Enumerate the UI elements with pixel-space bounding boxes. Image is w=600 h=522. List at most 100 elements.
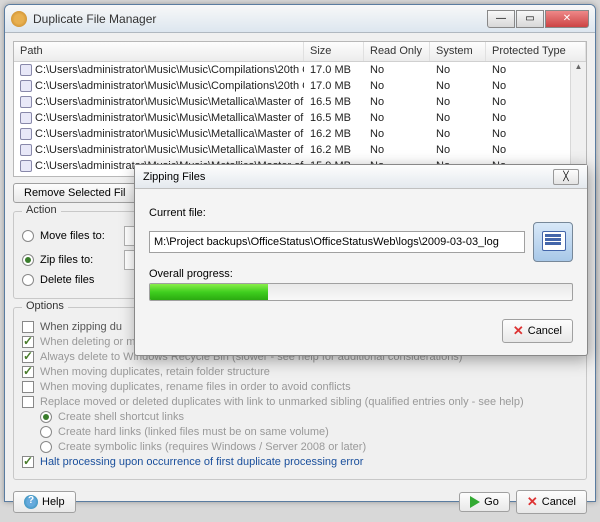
progress-label: Overall progress:: [149, 268, 573, 280]
play-icon: [470, 496, 480, 508]
move-radio[interactable]: [22, 230, 34, 242]
cell-system: No: [430, 143, 486, 157]
opt-rename-check[interactable]: [22, 381, 34, 393]
cell-size: 17.0 MB: [304, 63, 364, 77]
maximize-button[interactable]: ▭: [516, 10, 544, 28]
cell-size: 16.5 MB: [304, 95, 364, 109]
opt-shell-label: Create shell shortcut links: [58, 411, 184, 423]
titlebar[interactable]: Duplicate File Manager — ▭ ✕: [5, 5, 595, 33]
cell-path: C:\Users\administrator\Music\Music\Metal…: [35, 96, 304, 108]
delete-radio[interactable]: [22, 274, 34, 286]
opt-halt-label: Halt processing upon occurrence of first…: [40, 456, 363, 468]
go-button[interactable]: Go: [459, 492, 510, 512]
action-title: Action: [22, 204, 61, 216]
progress-fill: [150, 284, 268, 300]
progress-bar: [149, 283, 573, 301]
col-readonly[interactable]: Read Only: [364, 42, 430, 61]
dialog-cancel-button[interactable]: ✕ Cancel: [502, 319, 573, 343]
dialog-footer: ✕ Cancel: [135, 319, 587, 355]
cancel-button[interactable]: ✕ Cancel: [516, 490, 587, 514]
file-icon: [20, 144, 32, 156]
help-icon: [24, 495, 38, 509]
opt-shell-radio[interactable]: [40, 411, 52, 423]
zip-label: Zip files to:: [40, 254, 118, 266]
file-icon: [20, 64, 32, 76]
opt-hard-radio[interactable]: [40, 426, 52, 438]
table-body: C:\Users\administrator\Music\Music\Compi…: [14, 62, 586, 176]
file-table: Path Size Read Only System Protected Typ…: [13, 41, 587, 177]
dialog-body: Current file: Overall progress:: [135, 189, 587, 319]
file-icon: [20, 112, 32, 124]
file-icon: [20, 160, 32, 172]
dialog-title: Zipping Files: [143, 171, 553, 183]
current-file-label: Current file:: [149, 207, 573, 219]
table-row[interactable]: C:\Users\administrator\Music\Music\Compi…: [14, 62, 586, 78]
table-row[interactable]: C:\Users\administrator\Music\Music\Metal…: [14, 94, 586, 110]
opt-delparent-check[interactable]: [22, 336, 34, 348]
go-label: Go: [484, 496, 499, 508]
table-row[interactable]: C:\Users\administrator\Music\Music\Compi…: [14, 78, 586, 94]
cell-size: 16.2 MB: [304, 143, 364, 157]
opt-retain-label: When moving duplicates, retain folder st…: [40, 366, 270, 378]
close-icon: ✕: [513, 323, 524, 339]
col-size[interactable]: Size: [304, 42, 364, 61]
delete-label: Delete files: [40, 274, 94, 286]
cell-size: 16.2 MB: [304, 127, 364, 141]
cell-system: No: [430, 95, 486, 109]
opt-sym-radio[interactable]: [40, 441, 52, 453]
cell-readonly: No: [364, 143, 430, 157]
cancel-label: Cancel: [542, 496, 576, 508]
opt-zip-label: When zipping du: [40, 321, 122, 333]
file-icon: [20, 80, 32, 92]
close-button[interactable]: ✕: [545, 10, 589, 28]
opt-zip-check[interactable]: [22, 321, 34, 333]
window-controls: — ▭ ✕: [487, 10, 589, 28]
cell-readonly: No: [364, 63, 430, 77]
table-row[interactable]: C:\Users\administrator\Music\Music\Metal…: [14, 126, 586, 142]
footer: Help Go ✕ Cancel: [13, 490, 587, 514]
cell-readonly: No: [364, 127, 430, 141]
zip-radio[interactable]: [22, 254, 34, 266]
opt-replace-check[interactable]: [22, 396, 34, 408]
opt-retain-check[interactable]: [22, 366, 34, 378]
options-title: Options: [22, 300, 68, 312]
opt-halt-check[interactable]: [22, 456, 34, 468]
cell-system: No: [430, 111, 486, 125]
dialog-titlebar[interactable]: Zipping Files ╳: [135, 165, 587, 189]
col-system[interactable]: System: [430, 42, 486, 61]
zip-document-icon: [533, 222, 573, 262]
dialog-cancel-label: Cancel: [528, 325, 562, 337]
move-label: Move files to:: [40, 230, 118, 242]
cell-path: C:\Users\administrator\Music\Music\Compi…: [35, 80, 304, 92]
cell-system: No: [430, 127, 486, 141]
window-title: Duplicate File Manager: [33, 12, 487, 26]
cell-readonly: No: [364, 79, 430, 93]
current-file-field[interactable]: [149, 231, 525, 253]
cell-path: C:\Users\administrator\Music\Music\Compi…: [35, 64, 304, 76]
table-row[interactable]: C:\Users\administrator\Music\Music\Metal…: [14, 110, 586, 126]
cell-system: No: [430, 79, 486, 93]
vertical-scrollbar[interactable]: [570, 62, 586, 176]
col-path[interactable]: Path: [14, 42, 304, 61]
table-row[interactable]: C:\Users\administrator\Music\Music\Metal…: [14, 142, 586, 158]
file-icon: [20, 96, 32, 108]
cell-size: 16.5 MB: [304, 111, 364, 125]
opt-sym-label: Create symbolic links (requires Windows …: [58, 441, 366, 453]
help-button[interactable]: Help: [13, 491, 76, 513]
zipping-dialog: Zipping Files ╳ Current file: Overall pr…: [134, 164, 588, 356]
cell-readonly: No: [364, 111, 430, 125]
col-protected[interactable]: Protected Type: [486, 42, 586, 61]
opt-rename-label: When moving duplicates, rename files in …: [40, 381, 351, 393]
close-icon: ✕: [527, 494, 538, 510]
opt-recycle-check[interactable]: [22, 351, 34, 363]
dialog-close-button[interactable]: ╳: [553, 169, 579, 185]
file-icon: [20, 128, 32, 140]
cell-readonly: No: [364, 95, 430, 109]
minimize-button[interactable]: —: [487, 10, 515, 28]
cell-path: C:\Users\administrator\Music\Music\Metal…: [35, 128, 304, 140]
opt-replace-label: Replace moved or deleted duplicates with…: [40, 396, 524, 408]
cell-path: C:\Users\administrator\Music\Music\Metal…: [35, 144, 304, 156]
app-icon: [11, 11, 27, 27]
remove-selected-button[interactable]: Remove Selected Fil: [13, 183, 137, 203]
help-label: Help: [42, 496, 65, 508]
